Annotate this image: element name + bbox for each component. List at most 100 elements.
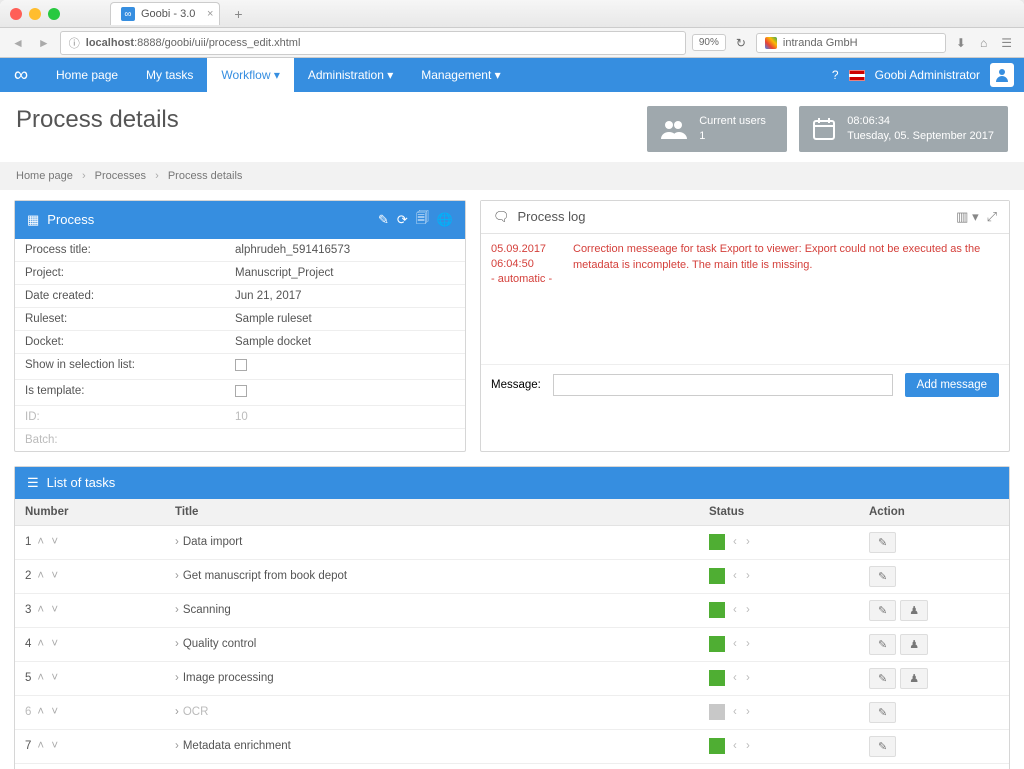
edit-task-button[interactable]: ✎ (869, 634, 896, 655)
home-icon[interactable]: ⌂ (976, 36, 991, 50)
task-title[interactable]: Scanning (183, 604, 231, 616)
edit-task-button[interactable]: ✎ (869, 736, 896, 757)
extra-action-button[interactable]: ♟ (900, 668, 928, 689)
page-title: Process details (16, 106, 635, 134)
edit-task-button[interactable]: ✎ (869, 566, 896, 587)
tab-close-icon[interactable]: × (207, 8, 213, 20)
task-title[interactable]: OCR (183, 706, 209, 718)
reload-button[interactable]: ↻ (732, 36, 750, 50)
status-next-icon[interactable]: › (746, 570, 753, 582)
move-up-icon[interactable]: ˄ (37, 672, 46, 684)
kv-id-key: ID: (25, 411, 235, 423)
task-row: 2˄ ˅›Get manuscript from book depot‹ ›✎ (15, 559, 1009, 593)
browser-search-input[interactable]: intranda GmbH (756, 33, 946, 53)
move-down-icon[interactable]: ˅ (51, 706, 60, 718)
move-down-icon[interactable]: ˅ (51, 740, 60, 752)
users-count: 1 (699, 129, 766, 144)
download-icon[interactable]: ⬇ (952, 36, 970, 50)
url-input[interactable]: ⓘ localhost :8888/goobi/uii/process_edit… (60, 31, 686, 55)
globe-icon[interactable]: 🌐 (437, 212, 453, 228)
clock-card: 08:06:34 Tuesday, 05. September 2017 (799, 106, 1008, 152)
log-date: 05.09.2017 (491, 242, 561, 257)
task-title[interactable]: Quality control (183, 638, 257, 650)
chevron-right-icon[interactable]: › (175, 740, 179, 752)
status-next-icon[interactable]: › (746, 706, 753, 718)
move-up-icon[interactable]: ˄ (37, 740, 46, 752)
nav-admin[interactable]: Administration ▾ (294, 58, 407, 92)
copy-icon[interactable]: 🗐 (416, 209, 429, 231)
extra-action-button[interactable]: ♟ (900, 634, 928, 655)
status-prev-icon[interactable]: ‹ (733, 638, 740, 650)
move-up-icon[interactable]: ˄ (37, 536, 46, 548)
kv-ruleset-val: Sample ruleset (235, 313, 455, 325)
move-down-icon[interactable]: ˅ (51, 570, 60, 582)
nav-mytasks[interactable]: My tasks (132, 58, 207, 92)
chevron-right-icon[interactable]: › (175, 672, 179, 684)
status-next-icon[interactable]: › (746, 638, 753, 650)
move-up-icon[interactable]: ˄ (37, 638, 46, 650)
chevron-right-icon[interactable]: › (175, 604, 179, 616)
add-message-button[interactable]: Add message (905, 373, 999, 397)
process-panel-title: Process (47, 212, 370, 227)
kv-ruleset-key: Ruleset: (25, 313, 235, 325)
menu-icon[interactable]: ☰ (997, 36, 1016, 50)
chevron-right-icon[interactable]: › (175, 570, 179, 582)
window-close-button[interactable] (10, 8, 22, 20)
move-up-icon[interactable]: ˄ (37, 570, 46, 582)
message-input[interactable] (553, 374, 893, 396)
expand-icon[interactable]: ⤢ (987, 209, 997, 225)
edit-task-button[interactable]: ✎ (869, 702, 896, 723)
nav-workflow[interactable]: Workflow ▾ (207, 58, 293, 92)
edit-icon[interactable]: ✎ (378, 212, 389, 228)
task-title[interactable]: Image processing (183, 672, 274, 684)
edit-task-button[interactable]: ✎ (869, 600, 896, 621)
columns-icon[interactable]: ▥ ▾ (956, 209, 978, 225)
move-down-icon[interactable]: ˅ (51, 604, 60, 616)
users-label: Current users (699, 114, 766, 129)
help-icon[interactable]: ? (832, 68, 839, 82)
task-title[interactable]: Data import (183, 536, 242, 548)
chevron-right-icon[interactable]: › (175, 706, 179, 718)
nav-management[interactable]: Management ▾ (407, 58, 514, 92)
task-title[interactable]: Get manuscript from book depot (183, 570, 347, 582)
move-down-icon[interactable]: ˅ (51, 672, 60, 684)
back-button[interactable]: ◄ (8, 34, 28, 52)
zoom-indicator[interactable]: 90% (692, 34, 726, 51)
window-maximize-button[interactable] (48, 8, 60, 20)
breadcrumb-processes[interactable]: Processes (95, 170, 146, 182)
forward-button[interactable]: ► (34, 34, 54, 52)
chevron-right-icon[interactable]: › (175, 536, 179, 548)
move-down-icon[interactable]: ˅ (51, 536, 60, 548)
status-prev-icon[interactable]: ‹ (733, 706, 740, 718)
nav-home[interactable]: Home page (42, 58, 132, 92)
status-next-icon[interactable]: › (746, 604, 753, 616)
status-next-icon[interactable]: › (746, 672, 753, 684)
show-checkbox[interactable] (235, 359, 247, 371)
extra-action-button[interactable]: ♟ (900, 600, 928, 621)
task-title[interactable]: Metadata enrichment (183, 740, 291, 752)
current-user[interactable]: Goobi Administrator (875, 68, 980, 82)
edit-task-button[interactable]: ✎ (869, 532, 896, 553)
breadcrumb-home[interactable]: Home page (16, 170, 73, 182)
status-prev-icon[interactable]: ‹ (733, 570, 740, 582)
site-info-icon[interactable]: ⓘ (69, 35, 80, 51)
template-checkbox[interactable] (235, 385, 247, 397)
status-next-icon[interactable]: › (746, 740, 753, 752)
edit-task-button[interactable]: ✎ (869, 668, 896, 689)
move-up-icon[interactable]: ˄ (37, 706, 46, 718)
app-logo[interactable]: ∞ (0, 58, 42, 92)
user-avatar-icon[interactable] (990, 63, 1014, 87)
language-flag-icon[interactable] (849, 70, 865, 81)
status-prev-icon[interactable]: ‹ (733, 604, 740, 616)
move-up-icon[interactable]: ˄ (37, 604, 46, 616)
window-minimize-button[interactable] (29, 8, 41, 20)
status-prev-icon[interactable]: ‹ (733, 672, 740, 684)
status-next-icon[interactable]: › (746, 536, 753, 548)
chevron-right-icon[interactable]: › (175, 638, 179, 650)
move-down-icon[interactable]: ˅ (51, 638, 60, 650)
status-prev-icon[interactable]: ‹ (733, 740, 740, 752)
new-tab-button[interactable]: + (228, 4, 248, 24)
refresh-icon[interactable]: ⟳ (397, 212, 408, 228)
status-prev-icon[interactable]: ‹ (733, 536, 740, 548)
browser-tab[interactable]: ∞ Goobi - 3.0 × (110, 2, 220, 25)
